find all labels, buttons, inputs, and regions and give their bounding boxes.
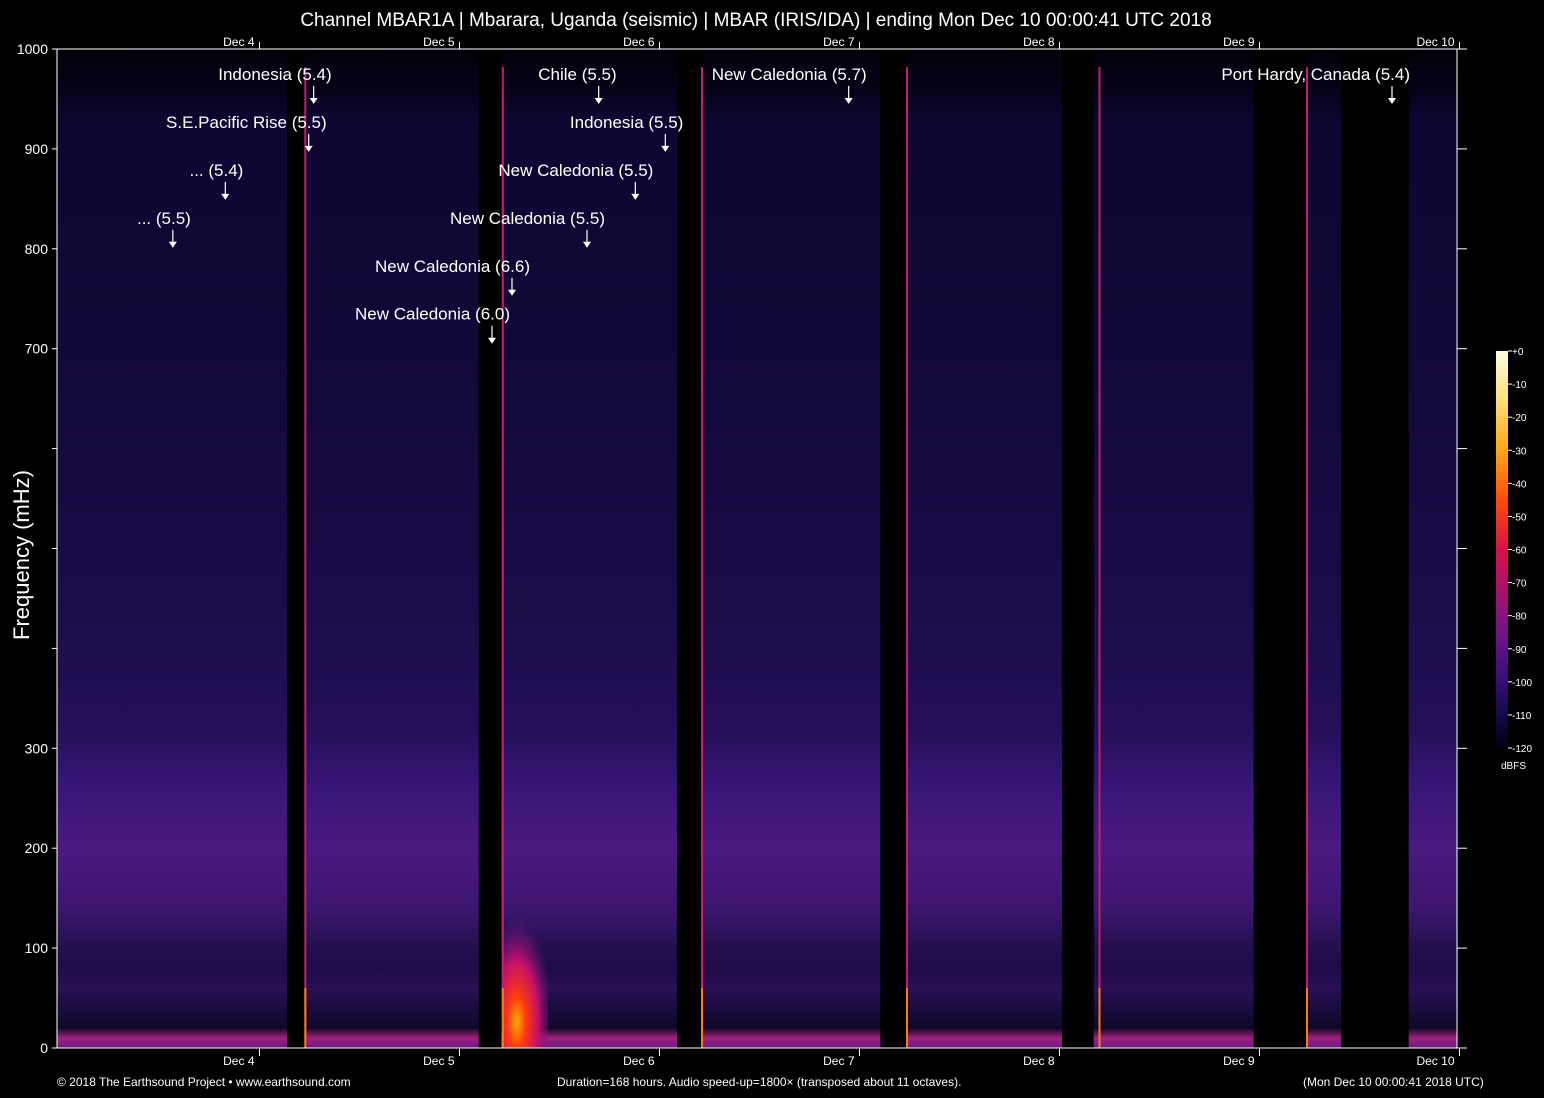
data-gap [677, 49, 703, 1048]
y-tick-label: 200 [25, 840, 49, 856]
spectrum-field [57, 49, 1457, 1048]
x-tick-label-top: Dec 7 [823, 35, 855, 49]
y-tick-label: 700 [25, 341, 49, 357]
annotation-label: ... (5.4) [189, 161, 243, 180]
data-gap [1341, 49, 1409, 1048]
x-tick-label-top: Dec 5 [423, 35, 455, 49]
bright-event [503, 918, 549, 1048]
colorbar-tick-label: -30 [1512, 446, 1527, 457]
colorbar-tick-label: -10 [1512, 380, 1527, 391]
annotation-label: Indonesia (5.5) [570, 113, 683, 132]
data-gap [1253, 49, 1308, 1048]
x-tick-label-bottom: Dec 7 [823, 1054, 855, 1068]
annotation-label: Chile (5.5) [538, 65, 616, 84]
annotation-label: New Caledonia (5.7) [712, 65, 867, 84]
colorbar-tick-label: -80 [1512, 612, 1527, 623]
footer-copyright: © 2018 The Earthsound Project • www.eart… [57, 1075, 351, 1089]
data-gap [880, 49, 907, 1048]
data-gap [287, 49, 306, 1048]
y-tick-label: 300 [25, 740, 49, 756]
annotation-label: New Caledonia (6.0) [355, 305, 510, 324]
y-tick-label: 0 [40, 1040, 48, 1056]
x-tick-label-bottom: Dec 6 [623, 1054, 655, 1068]
y-tick-label: 900 [25, 141, 49, 157]
footer-duration: Duration=168 hours. Audio speed-up=1800×… [557, 1075, 962, 1089]
data-gap [478, 49, 502, 1048]
footer-timestamp: (Mon Dec 10 00:00:41 2018 UTC) [1303, 1075, 1484, 1089]
colorbar-tick-label: -100 [1512, 678, 1532, 689]
y-tick-label: 800 [25, 241, 49, 257]
spectrogram-chart: 0 100 200 300 700 800 900 1000 Dec 4 Dec 4 Dec 5 De… [17, 35, 1533, 1068]
annotation-label: New Caledonia (6.6) [375, 257, 530, 276]
colorbar-bar [1496, 351, 1508, 748]
colorbar-tick-label: -40 [1512, 479, 1527, 490]
annotation-label: Port Hardy, Canada (5.4) [1221, 65, 1410, 84]
x-tick-label-top: Dec 8 [1023, 35, 1055, 49]
colorbar-tick-label: -20 [1512, 413, 1527, 424]
annotation-label: S.E.Pacific Rise (5.5) [166, 113, 327, 132]
annotation-label: ... (5.5) [137, 209, 191, 228]
x-tick-label-bottom: Dec 8 [1023, 1054, 1055, 1068]
data-gap [1062, 49, 1094, 1048]
x-tick-label-bottom: Dec 9 [1223, 1054, 1255, 1068]
colorbar-tick-label: -110 [1512, 711, 1532, 722]
x-tick-label-bottom: Dec 5 [423, 1054, 455, 1068]
y-tick-label: 1000 [17, 41, 48, 57]
annotation-label: New Caledonia (5.5) [450, 209, 605, 228]
x-tick-label-bottom: Dec 10 [1416, 1054, 1454, 1068]
annotation-label: New Caledonia (5.5) [498, 161, 653, 180]
colorbar-tick-label: -120 [1512, 744, 1532, 755]
colorbar-tick-label: -70 [1512, 579, 1527, 590]
x-tick-label-top: Dec 4 [223, 35, 255, 49]
x-tick-label-bottom: Dec 4 [223, 1054, 255, 1068]
x-tick-label-top: Dec 9 [1223, 35, 1255, 49]
annotation-label: Indonesia (5.4) [218, 65, 331, 84]
colorbar-tick-label: +0 [1512, 347, 1524, 358]
spectrum-layer [57, 49, 1457, 1048]
colorbar-layer: +0 -10 -20 -30 -40 -50 -60 -70 -80 -90 -100 -110 -12… [1496, 347, 1532, 755]
colorbar-tick-label: -90 [1512, 645, 1527, 656]
colorbar-tick-label: -50 [1512, 512, 1527, 523]
y-tick-label: 100 [25, 940, 49, 956]
colorbar-tick-label: -60 [1512, 546, 1527, 557]
y-axis-label: Frequency (mHz) [9, 470, 34, 640]
x-tick-label-top: Dec 6 [623, 35, 655, 49]
colorbar-unit: dBFS [1501, 761, 1527, 772]
chart-title: Channel MBAR1A | Mbarara, Uganda (seismi… [300, 10, 1212, 31]
x-tick-label-top: Dec 10 [1416, 35, 1454, 49]
